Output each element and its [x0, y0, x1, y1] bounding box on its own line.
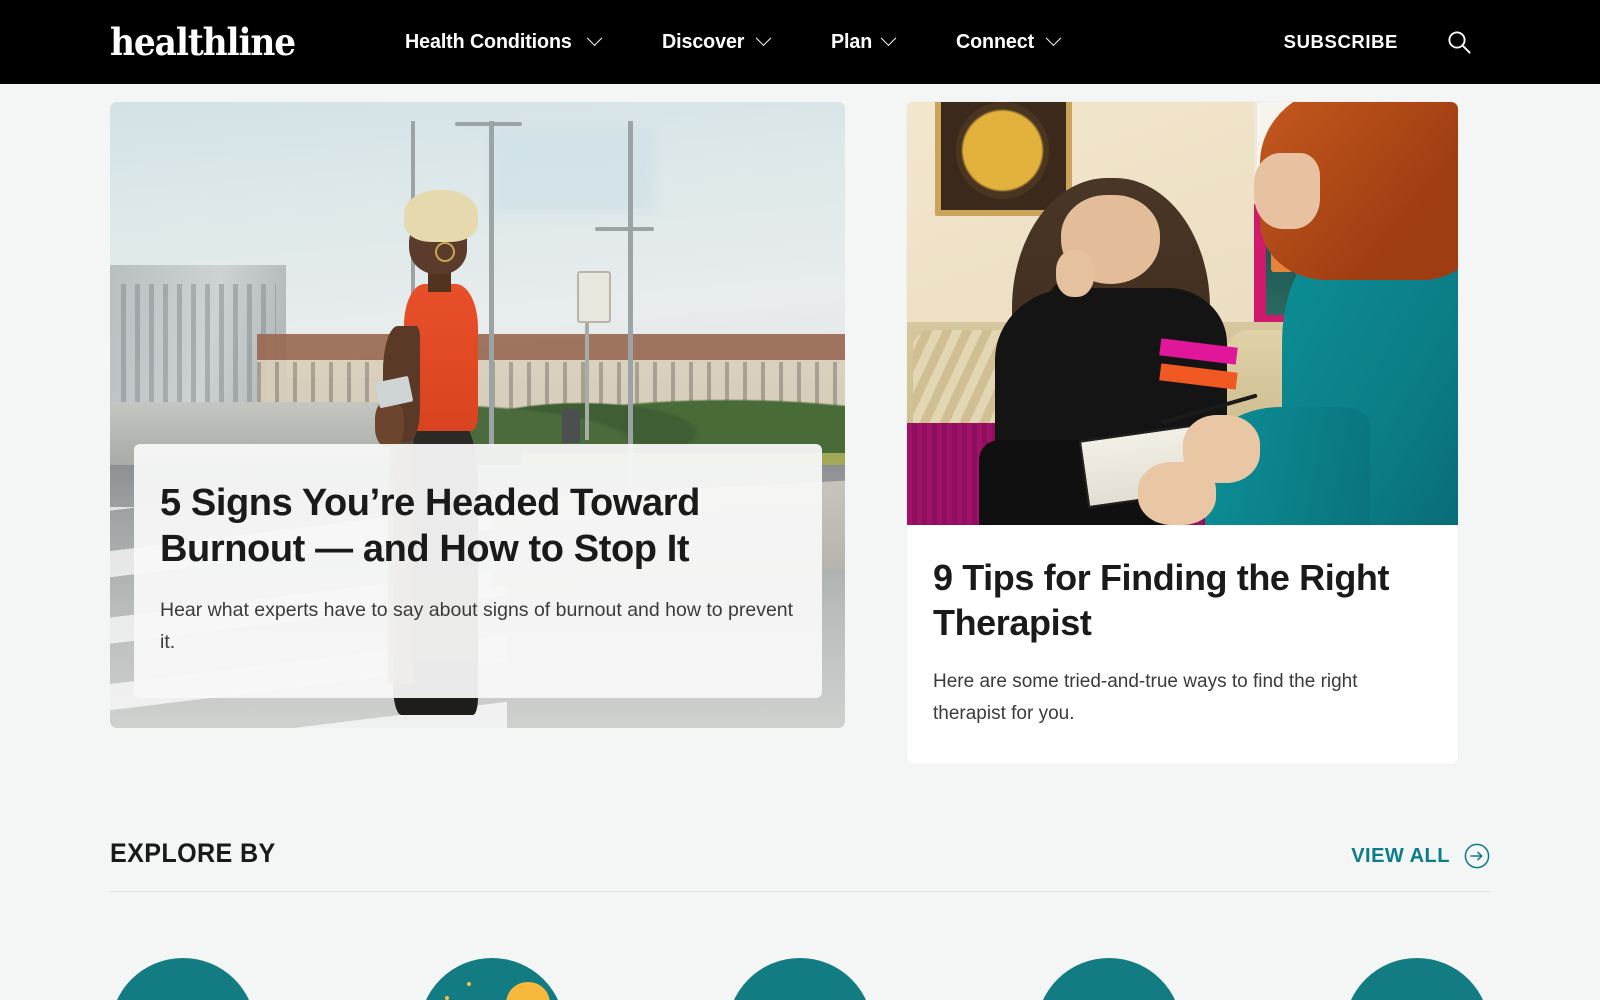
featured-article-title[interactable]: 5 Signs You’re Headed Toward Burnout — a…	[160, 480, 796, 573]
nav-item-connect[interactable]: Connect	[925, 29, 1089, 54]
nav-item-health-conditions[interactable]: Health Conditions	[374, 29, 631, 54]
secondary-article-image	[907, 102, 1458, 525]
nav-item-plan[interactable]: Plan	[800, 29, 926, 54]
site-header: healthline Health Conditions Discover Pl…	[0, 0, 1600, 84]
view-all-label: VIEW ALL	[1351, 844, 1450, 867]
secondary-article-title[interactable]: 9 Tips for Finding the Right Therapist	[933, 555, 1432, 646]
view-all-link[interactable]: VIEW ALL	[1351, 843, 1490, 869]
category-circle-sleep[interactable]	[418, 958, 565, 1000]
featured-article-card[interactable]: 5 Signs You’re Headed Toward Burnout — a…	[110, 102, 845, 728]
nav-label: Connect	[956, 30, 1035, 53]
secondary-article-card[interactable]: 9 Tips for Finding the Right Therapist H…	[907, 102, 1458, 765]
chevron-down-icon	[755, 29, 771, 46]
secondary-article-text-panel: 9 Tips for Finding the Right Therapist H…	[907, 525, 1458, 764]
star-icon	[444, 996, 449, 1000]
nav-label: Health Conditions	[405, 30, 572, 53]
featured-article-description: Hear what experts have to say about sign…	[160, 598, 794, 653]
star-icon	[466, 981, 471, 986]
explore-by-section: EXPLORE BY VIEW ALL	[0, 838, 1600, 893]
moon-icon	[506, 981, 550, 1000]
chevron-down-icon	[586, 29, 602, 46]
explore-by-title: EXPLORE BY	[110, 838, 276, 869]
explore-category-list	[0, 958, 1600, 1000]
main-navigation: Health Conditions Discover Plan Connect	[374, 29, 1090, 54]
category-circle-nutrition[interactable]	[110, 958, 256, 1000]
header-actions: SUBSCRIBE	[1284, 29, 1600, 55]
nav-label: Discover	[661, 30, 745, 53]
hero-section: 5 Signs You’re Headed Toward Burnout — a…	[0, 84, 1600, 765]
arrow-right-circle-icon	[1464, 843, 1490, 869]
chevron-down-icon	[881, 29, 897, 46]
category-circle-wellness[interactable]	[1344, 958, 1490, 1000]
explore-by-header: EXPLORE BY VIEW ALL	[110, 838, 1490, 893]
secondary-article-description: Here are some tried-and-true ways to fin…	[933, 670, 1358, 725]
nav-label: Plan	[830, 30, 872, 53]
featured-article-text-panel: 5 Signs You’re Headed Toward Burnout — a…	[134, 443, 822, 698]
category-circle-coffee[interactable]	[1035, 958, 1182, 1000]
nav-item-discover[interactable]: Discover	[631, 29, 800, 54]
search-icon[interactable]	[1446, 29, 1472, 55]
category-circle-mountains[interactable]	[727, 958, 873, 1000]
chevron-down-icon	[1045, 29, 1062, 46]
subscribe-button[interactable]: SUBSCRIBE	[1284, 31, 1398, 53]
healthline-logo[interactable]: healthline	[110, 23, 296, 61]
